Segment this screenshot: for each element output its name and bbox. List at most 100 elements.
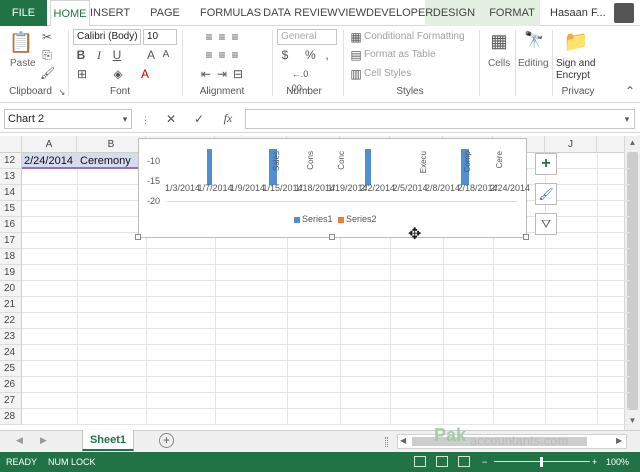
cancel-entry-icon[interactable]: ✕ [164,112,178,126]
prev-sheet-icon[interactable]: ◀ [16,435,23,446]
sign-encrypt-icon[interactable]: 📁 [563,29,589,55]
font-size-box[interactable]: 10 [143,29,177,45]
collapse-ribbon-icon[interactable]: ⌃ [624,84,636,98]
chart-elements-plus-icon[interactable]: + [535,153,557,175]
row-header-15[interactable]: 15 [0,201,22,217]
sign-and-label[interactable]: Sign and [556,58,595,69]
next-sheet-icon[interactable]: ▶ [40,435,47,446]
cells-button[interactable]: Cells [488,58,510,69]
insert-function-button[interactable]: fx [220,111,236,125]
row-header-12[interactable]: 12 [0,153,22,169]
tab-formulas[interactable]: FORMULAS [200,0,261,26]
alignment-top-row-icon[interactable]: ≡≡≡ [190,30,260,44]
italic-icon[interactable]: I [93,48,105,62]
tab-file[interactable]: FILE [0,0,47,26]
cell-b12[interactable]: Ceremony [80,154,131,168]
scroll-right-icon[interactable]: ▶ [616,436,622,445]
page-layout-view-icon[interactable] [436,456,448,467]
alignment-mid-row-icon[interactable]: ≡≡≡ [190,48,260,62]
row-header-16[interactable]: 16 [0,217,22,233]
avatar[interactable] [614,3,634,23]
indent-row-icon[interactable]: ⇤⇥⊟ [190,67,260,81]
chart-resize-handle[interactable] [329,234,335,240]
chart-bar[interactable] [207,149,212,185]
cells-icon[interactable]: ▦ [487,30,511,52]
chart-area[interactable]: -10 -15 -20 Sales Cons Conc Execu Comp C… [138,138,530,238]
row-header-28[interactable]: 28 [0,409,22,425]
tab-format[interactable]: FORMAT [486,0,538,26]
row-header-22[interactable]: 22 [0,313,22,329]
scroll-up-icon[interactable]: ▲ [627,138,638,147]
bold-icon[interactable]: B [75,48,87,62]
format-as-table-button[interactable]: Format as Table [364,49,436,60]
decrease-font-icon[interactable]: A [160,48,172,62]
comma-button[interactable]: , [322,48,332,62]
conditional-formatting-button[interactable]: Conditional Formatting [364,31,465,42]
column-header-a[interactable]: A [22,136,77,153]
tab-review[interactable]: REVIEW [294,0,338,26]
column-header-j[interactable]: J [545,136,597,153]
fill-color-icon[interactable]: ◈ [111,67,125,81]
font-name-box[interactable]: Calibri (Body) [73,29,141,45]
cut-icon[interactable]: ✂ [40,30,54,44]
row-header-26[interactable]: 26 [0,377,22,393]
row-header-27[interactable]: 27 [0,393,22,409]
percent-button[interactable]: % [305,48,316,62]
zoom-in-icon[interactable]: + [592,452,597,472]
page-break-view-icon[interactable] [458,456,470,467]
row-header-24[interactable]: 24 [0,345,22,361]
vertical-scrollbar[interactable]: ▲ ▼ [624,136,640,430]
vertical-scroll-thumb[interactable] [627,152,638,410]
legend-series2[interactable]: Series2 [346,214,377,224]
paste-button[interactable]: Paste [10,58,36,69]
zoom-slider-thumb[interactable] [540,457,543,467]
cell-a12[interactable]: 2/24/2014 [24,154,73,168]
row-header-23[interactable]: 23 [0,329,22,345]
underline-icon[interactable]: U [111,48,123,62]
encrypt-label[interactable]: Encrypt [556,70,590,81]
format-painter-icon[interactable]: 🖌 [40,66,55,80]
scroll-left-icon[interactable]: ◀ [400,436,406,445]
sheet-tab-sheet1[interactable]: Sheet1 [82,430,134,451]
new-sheet-icon[interactable]: + [159,433,174,448]
chart-resize-handle[interactable] [135,234,141,240]
row-header-21[interactable]: 21 [0,297,22,313]
row-header-19[interactable]: 19 [0,265,22,281]
row-header-20[interactable]: 20 [0,281,22,297]
tab-page-layout[interactable]: PAGE LAYOUT [130,0,200,45]
number-format-box[interactable]: General [277,29,337,45]
tab-insert[interactable]: INSERT [90,0,130,26]
normal-view-icon[interactable] [414,456,426,467]
clipboard-launcher-icon[interactable]: ↘ [58,86,66,100]
cell-styles-button[interactable]: Cell Styles [364,68,411,79]
chart-bar[interactable] [365,149,371,185]
increase-font-icon[interactable]: A [145,48,157,62]
tab-view[interactable]: VIEW [338,0,366,26]
tab-home[interactable]: HOME [50,0,90,27]
chart-styles-brush-icon[interactable]: 🖌 [535,183,557,205]
binoculars-icon[interactable]: 🔭 [522,30,546,52]
select-all-corner[interactable] [0,136,22,153]
row-header-13[interactable]: 13 [0,169,22,185]
chart-resize-handle[interactable] [523,234,529,240]
zoom-out-icon[interactable]: − [482,452,487,472]
borders-icon[interactable]: ⊞ [75,67,89,81]
name-box[interactable]: Chart 2 [4,109,132,129]
font-color-icon[interactable]: A [138,67,152,81]
zoom-level[interactable]: 100% [606,452,629,472]
tab-data[interactable]: DATA [260,0,294,26]
tab-developer[interactable]: DEVELOPER [366,0,433,26]
user-name[interactable]: Hasaan F... [550,0,612,26]
row-header-18[interactable]: 18 [0,249,22,265]
copy-icon[interactable]: ⎘ [40,48,54,62]
editing-button[interactable]: Editing [518,58,549,69]
row-header-25[interactable]: 25 [0,361,22,377]
chart-filters-icon[interactable]: ⛛ [535,213,557,235]
confirm-entry-icon[interactable]: ✓ [192,112,206,126]
row-header-14[interactable]: 14 [0,185,22,201]
formula-input[interactable] [245,109,635,129]
scroll-splitter[interactable] [385,437,388,447]
legend-series1[interactable]: Series1 [302,214,333,224]
expand-formula-bar-icon[interactable]: ▾ [622,112,632,126]
tab-design[interactable]: DESIGN [430,0,478,26]
